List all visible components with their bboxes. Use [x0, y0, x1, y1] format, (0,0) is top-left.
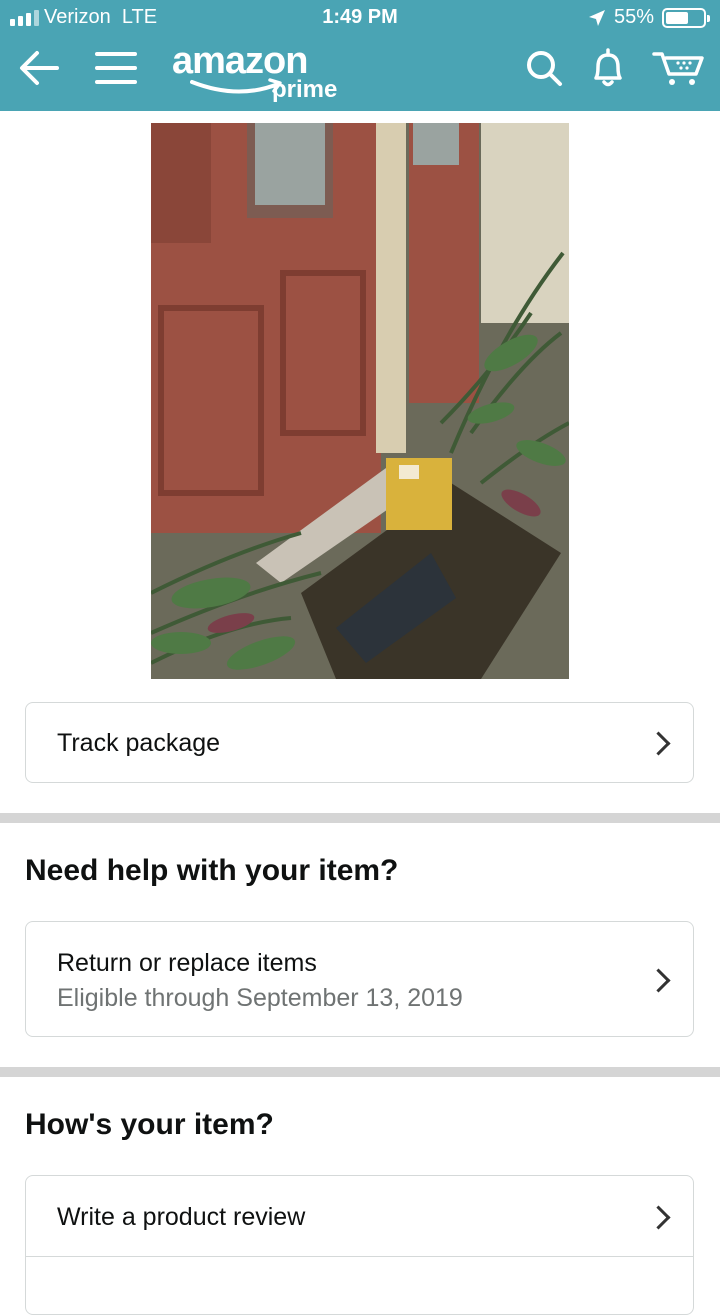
- status-bar: Verizon LTE 1:49 PM 55%: [0, 0, 720, 36]
- amazon-prime-logo[interactable]: amazon prime: [172, 40, 337, 103]
- status-right: 55%: [588, 6, 710, 29]
- chevron-right-icon: [646, 1205, 671, 1230]
- return-eligibility-text: Eligible through September 13, 2019: [57, 984, 463, 1012]
- section-divider: [0, 1067, 720, 1077]
- section-divider: [0, 813, 720, 823]
- location-arrow-icon: [588, 9, 605, 26]
- cart-button[interactable]: [650, 36, 706, 100]
- search-button[interactable]: [520, 36, 568, 100]
- card-separator: [26, 1256, 693, 1257]
- app-header: Verizon LTE 1:49 PM 55% amazon prime: [0, 0, 720, 111]
- battery-icon: [662, 7, 710, 28]
- delivery-photo[interactable]: [151, 123, 569, 679]
- search-icon: [527, 51, 562, 86]
- menu-button[interactable]: [92, 36, 140, 100]
- write-review-button[interactable]: Write a product review: [25, 1175, 694, 1315]
- cart-icon: [652, 52, 704, 85]
- return-replace-button[interactable]: Return or replace items Eligible through…: [25, 921, 694, 1037]
- nav-bar: amazon prime: [0, 36, 720, 111]
- help-heading: Need help with your item?: [25, 854, 399, 887]
- track-package-button[interactable]: Track package: [25, 702, 694, 783]
- back-button[interactable]: [14, 36, 64, 100]
- write-review-label: Write a product review: [57, 1203, 306, 1231]
- menu-icon: [95, 52, 137, 84]
- battery-percent: 55%: [613, 6, 654, 28]
- chevron-right-icon: [646, 968, 671, 993]
- logo-prime: prime: [272, 76, 338, 103]
- back-arrow-icon: [20, 51, 59, 85]
- chevron-right-icon: [646, 731, 671, 756]
- bell-icon: [594, 48, 622, 87]
- review-heading: How's your item?: [25, 1108, 274, 1141]
- return-replace-label: Return or replace items: [57, 949, 317, 977]
- notifications-button[interactable]: [584, 36, 632, 100]
- track-package-label: Track package: [57, 729, 221, 757]
